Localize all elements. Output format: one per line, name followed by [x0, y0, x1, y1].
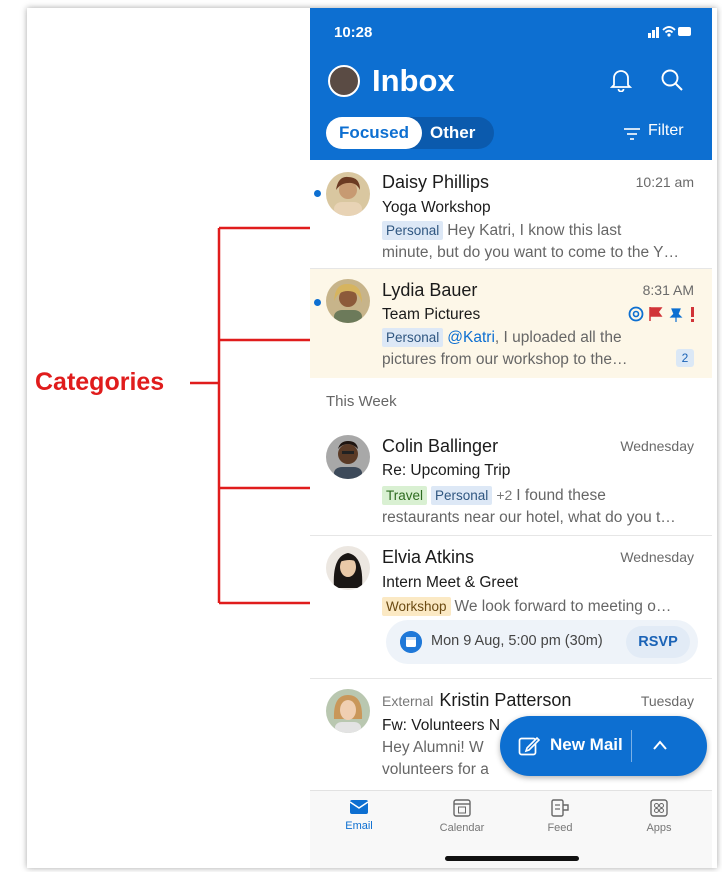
avatar-lydia — [326, 279, 370, 323]
category-tag-workshop: Workshop — [382, 597, 451, 616]
sender-name: Kristin Patterson — [439, 690, 572, 710]
email-time: Tuesday — [640, 693, 694, 709]
status-time: 10:28 — [334, 24, 373, 41]
email-flags — [628, 306, 694, 322]
category-tag-personal: Personal — [382, 328, 444, 347]
sender-name: Elvia Atkins — [382, 547, 475, 567]
event-card[interactable]: Mon 9 Aug, 5:00 pm (30m) RSVP — [386, 620, 698, 664]
calendar-icon — [453, 799, 471, 817]
sender-name: Colin Ballinger — [382, 436, 499, 456]
avatar-colin — [326, 435, 370, 479]
search-icon[interactable] — [660, 68, 684, 92]
preview-line2: restaurants near our hotel, what do you … — [382, 509, 676, 526]
email-time: Wednesday — [620, 438, 694, 454]
pin-icon — [669, 308, 683, 322]
filter-icon[interactable] — [624, 128, 640, 140]
account-avatar[interactable] — [328, 65, 360, 97]
new-mail-button[interactable]: New Mail — [500, 716, 707, 776]
email-row-colin[interactable]: Colin Ballinger Wednesday Re: Upcoming T… — [310, 423, 712, 535]
categories-annotation-label: Categories — [35, 368, 165, 396]
preview-line1: Hey Katri, I know this last — [447, 222, 622, 239]
mail-icon — [349, 800, 369, 814]
at-mention-icon — [628, 306, 644, 322]
focused-other-toggle: Focused Other — [326, 117, 494, 149]
page-title: Inbox — [372, 63, 455, 98]
preview-line2: volunteers for a — [382, 761, 489, 778]
preview-line1: Hey Alumni! W — [382, 739, 484, 756]
email-row-lydia[interactable]: Lydia Bauer 8:31 AM Team Pictures Person… — [310, 269, 712, 378]
tab-label: Feed — [547, 822, 573, 834]
tab-calendar[interactable]: Calendar — [422, 799, 502, 834]
email-subject: Intern Meet & Greet — [382, 574, 519, 591]
calendar-event-icon — [400, 631, 422, 653]
tab-other[interactable]: Other — [430, 117, 475, 149]
preview-line2: pictures from our workshop to the… — [382, 351, 628, 368]
more-tags: +2 — [496, 487, 513, 503]
avatar-kristin — [326, 689, 370, 733]
unread-indicator — [314, 190, 321, 197]
event-time: Mon 9 Aug, 5:00 pm (30m) — [431, 633, 603, 649]
chevron-up-icon[interactable] — [652, 738, 668, 752]
tab-feed[interactable]: Feed — [520, 799, 600, 834]
category-tag-travel: Travel — [382, 486, 428, 505]
avatar-daisy — [326, 172, 370, 216]
apps-icon — [650, 799, 668, 817]
tab-email[interactable]: Email — [319, 799, 399, 832]
filter-button[interactable]: Filter — [648, 122, 684, 140]
external-label: External — [382, 693, 434, 709]
preview-line1: I found these — [516, 487, 606, 504]
important-icon — [691, 307, 694, 322]
email-preview: Personal Hey Katri, I know this last minu… — [382, 220, 694, 264]
sender-line: External Kristin Patterson — [382, 690, 571, 711]
email-row-daisy[interactable]: Daisy Phillips 10:21 am Yoga Workshop Pe… — [310, 160, 712, 268]
email-preview: Travel Personal +2 I found these restaurant… — [382, 484, 694, 529]
flag-icon — [649, 307, 663, 321]
email-subject: Fw: Volunteers N — [382, 717, 501, 734]
home-indicator — [445, 856, 579, 861]
email-time: Wednesday — [620, 549, 694, 565]
compose-icon — [518, 736, 540, 756]
thread-count-badge: 2 — [676, 349, 694, 367]
preview-line1: We look forward to meeting o… — [454, 598, 672, 615]
tab-apps[interactable]: Apps — [619, 799, 699, 834]
preview-line2: minute, but do you want to come to the Y… — [382, 244, 679, 261]
email-preview: Personal @Katri, I uploaded all the pictu… — [382, 327, 694, 371]
tab-label: Apps — [646, 822, 672, 834]
fab-divider — [631, 730, 632, 762]
tab-label: Email — [345, 820, 373, 832]
email-subject: Yoga Workshop — [382, 199, 491, 216]
app-header: 10:28 Inbox Focused Other Filter — [310, 8, 712, 160]
bell-icon[interactable] — [610, 68, 632, 92]
new-mail-label: New Mail — [550, 735, 623, 754]
outlook-mobile-app: 10:28 Inbox Focused Other Filter Daisy P… — [310, 8, 712, 868]
tab-label: Calendar — [439, 822, 485, 834]
category-tag-personal: Personal — [382, 221, 444, 240]
email-subject: Team Pictures — [382, 306, 481, 323]
email-preview: Workshop We look forward to meeting o… — [382, 596, 694, 618]
rsvp-button[interactable]: RSVP — [626, 626, 690, 658]
category-tag-personal: Personal — [431, 486, 493, 505]
sender-name: Lydia Bauer — [382, 280, 478, 300]
avatar-elvia — [326, 546, 370, 590]
email-subject: Re: Upcoming Trip — [382, 462, 511, 479]
sender-name: Daisy Phillips — [382, 172, 490, 192]
section-header: This Week — [326, 393, 397, 410]
email-time: 8:31 AM — [642, 282, 694, 298]
unread-indicator — [314, 299, 321, 306]
feed-icon — [551, 799, 569, 817]
email-time: 10:21 am — [635, 174, 694, 190]
tab-focused[interactable]: Focused — [326, 117, 422, 149]
preview-line1: , I uploaded all the — [494, 329, 622, 346]
mention: @Katri — [447, 329, 495, 346]
status-icons — [648, 26, 691, 38]
